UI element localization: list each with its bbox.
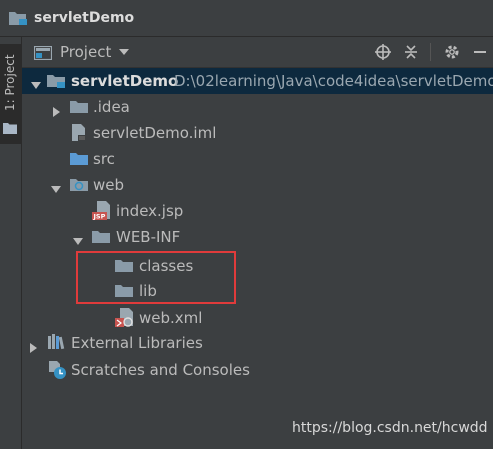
- locate-icon[interactable]: [370, 39, 396, 65]
- tree-node-label: index.jsp: [116, 202, 184, 220]
- expand-arrow-icon[interactable]: [51, 180, 61, 193]
- project-folder-icon: [8, 10, 28, 26]
- tree-node-web-xml[interactable]: web.xml: [22, 305, 493, 331]
- expand-arrow-icon[interactable]: [73, 232, 83, 245]
- view-selector-label[interactable]: Project: [60, 43, 111, 61]
- tree-node-label: web.xml: [139, 309, 203, 327]
- tree-node-label: External Libraries: [71, 334, 203, 352]
- collapse-all-icon[interactable]: [398, 39, 424, 65]
- scratches-icon: [47, 360, 67, 380]
- tree-node-iml[interactable]: servletDemo.iml: [22, 120, 493, 146]
- tree-node-label: web: [93, 176, 125, 194]
- folder-icon: [70, 99, 88, 115]
- watermark: https://blog.csdn.net/hcwdd: [292, 420, 488, 436]
- collapsed-arrow-icon[interactable]: [52, 102, 62, 117]
- highlight-box: [76, 251, 236, 304]
- tree-node-src[interactable]: src: [22, 146, 493, 172]
- folder-icon[interactable]: [3, 119, 17, 134]
- source-folder-icon: [70, 151, 88, 167]
- iml-file-icon: [70, 124, 88, 141]
- window-title: servletDemo: [34, 10, 135, 26]
- svg-text:JSP: JSP: [93, 213, 106, 221]
- tree-node-label: servletDemo.iml: [93, 124, 217, 142]
- jsp-file-icon: JSP: [92, 201, 112, 221]
- tree-node-index-jsp[interactable]: JSP index.jsp: [22, 198, 493, 224]
- project-path: D:\02learning\Java\code4idea\servletDemo: [174, 72, 493, 90]
- toolbar-divider: [430, 43, 431, 61]
- tree-node-label: Scratches and Consoles: [71, 361, 250, 379]
- library-icon: [47, 334, 65, 350]
- expand-arrow-icon[interactable]: [31, 76, 41, 89]
- tree-node-label: servletDemo: [71, 72, 179, 90]
- module-folder-icon: [47, 73, 65, 89]
- gear-icon[interactable]: [439, 39, 465, 65]
- project-view-icon: [33, 45, 53, 61]
- project-toolbar: Project: [22, 37, 493, 68]
- tree-node-web[interactable]: web: [22, 172, 493, 198]
- tree-node-label: WEB-INF: [116, 228, 181, 246]
- tree-node-root[interactable]: servletDemo D:\02learning\Java\code4idea…: [22, 68, 493, 94]
- chevron-down-icon[interactable]: [119, 49, 130, 55]
- tree-node-label: src: [93, 150, 115, 168]
- hide-icon[interactable]: [467, 39, 493, 65]
- tree-node-web-inf[interactable]: WEB-INF: [22, 224, 493, 250]
- tree-node-label: .idea: [93, 98, 130, 116]
- title-bar: servletDemo: [0, 0, 493, 37]
- tree-node-idea[interactable]: .idea: [22, 94, 493, 120]
- tree-node-external-libraries[interactable]: External Libraries: [22, 330, 493, 356]
- folder-icon: [92, 229, 110, 245]
- project-tool-tab-label[interactable]: 1: Project: [2, 48, 18, 118]
- collapsed-arrow-icon[interactable]: [29, 338, 39, 353]
- tree-node-scratches[interactable]: Scratches and Consoles: [22, 357, 493, 383]
- web-folder-icon: [70, 177, 88, 193]
- web-xml-file-icon: [115, 308, 135, 328]
